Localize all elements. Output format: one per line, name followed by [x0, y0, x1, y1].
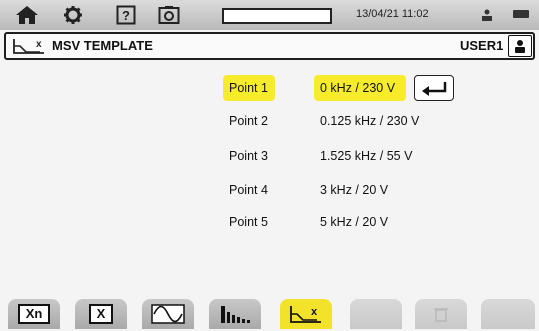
datetime: 13/04/21 11:02	[356, 8, 429, 20]
point-2-label[interactable]: Point 2	[223, 108, 275, 134]
home-icon[interactable]	[12, 4, 42, 26]
title-bar: x MSV TEMPLATE USER1	[0, 30, 539, 62]
point-4-value[interactable]: 3 kHz / 20 V	[314, 177, 388, 203]
point-4-label[interactable]: Point 4	[223, 177, 275, 203]
msv-template-icon: x	[290, 306, 321, 323]
point-1-value[interactable]: 0 kHz / 230 V	[314, 75, 406, 101]
status-bar: ? 13/04/21 11:02	[0, 0, 539, 30]
xn-icon: Xn	[17, 304, 51, 324]
svg-text:x: x	[311, 306, 318, 318]
trash-icon	[434, 308, 448, 322]
point-3-value[interactable]: 1.525 kHz / 55 V	[314, 143, 412, 169]
person-icon	[480, 8, 494, 26]
point-5-label[interactable]: Point 5	[223, 209, 275, 235]
fkey-blank-2[interactable]	[481, 299, 535, 329]
point-1-label[interactable]: Point 1	[223, 75, 275, 101]
user-icon[interactable]	[508, 35, 532, 57]
help-icon[interactable]: ?	[115, 4, 137, 26]
camera-icon[interactable]	[157, 4, 181, 26]
point-5-value[interactable]: 5 kHz / 20 V	[314, 209, 388, 235]
title-frame: x MSV TEMPLATE USER1	[4, 32, 535, 60]
x-icon: X	[88, 304, 114, 324]
enter-icon	[422, 82, 447, 96]
fkey-x[interactable]: X	[75, 299, 127, 329]
svg-text:x: x	[36, 39, 42, 50]
point-3-label[interactable]: Point 3	[223, 143, 275, 169]
fkey-harmonics[interactable]	[209, 299, 261, 329]
fkey-msv-template[interactable]: x	[280, 299, 332, 329]
screen: ? 13/04/21 11:02 x MSV TEMPLATE USER1 Po…	[0, 0, 539, 331]
enter-button[interactable]	[414, 75, 454, 101]
page-title: MSV TEMPLATE	[52, 38, 153, 53]
settings-icon[interactable]	[62, 4, 84, 26]
svg-text:?: ?	[122, 8, 130, 23]
user-label: USER1	[460, 38, 504, 53]
fkey-blank-1[interactable]	[350, 299, 402, 329]
msv-template-icon: x	[12, 37, 46, 60]
fkey-waveform[interactable]	[142, 299, 194, 329]
points-panel: Point 1 0 kHz / 230 V Point 2 0.125 kHz …	[0, 62, 539, 294]
harmonics-bars-icon	[221, 306, 250, 323]
function-keys: Xn X x	[0, 294, 539, 331]
fkey-xn[interactable]: Xn	[8, 299, 60, 329]
sine-wave-icon	[151, 304, 185, 324]
status-bargraph	[222, 8, 332, 24]
battery-icon	[513, 10, 529, 18]
fkey-delete[interactable]	[415, 299, 467, 329]
point-2-value[interactable]: 0.125 kHz / 230 V	[314, 108, 419, 134]
